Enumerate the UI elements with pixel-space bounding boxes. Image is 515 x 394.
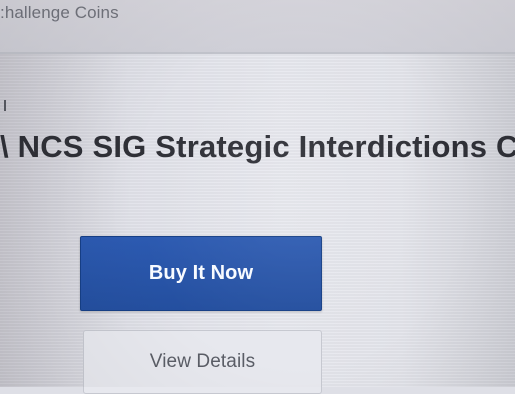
screen-background [0,0,515,387]
buy-it-now-button[interactable]: Buy It Now [80,236,322,311]
view-details-button[interactable]: View Details [83,330,322,394]
top-navigation-strip: :hallenge Coins [0,0,515,54]
product-title-area: \ NCS SIG Strategic Interdictions C [0,92,515,170]
breadcrumb-link[interactable]: :hallenge Coins [0,3,119,23]
text-cursor-mark [4,100,6,111]
view-details-label: View Details [149,351,256,372]
product-title: \ NCS SIG Strategic Interdictions C [0,128,515,164]
buy-it-now-label: Buy It Now [148,262,254,284]
